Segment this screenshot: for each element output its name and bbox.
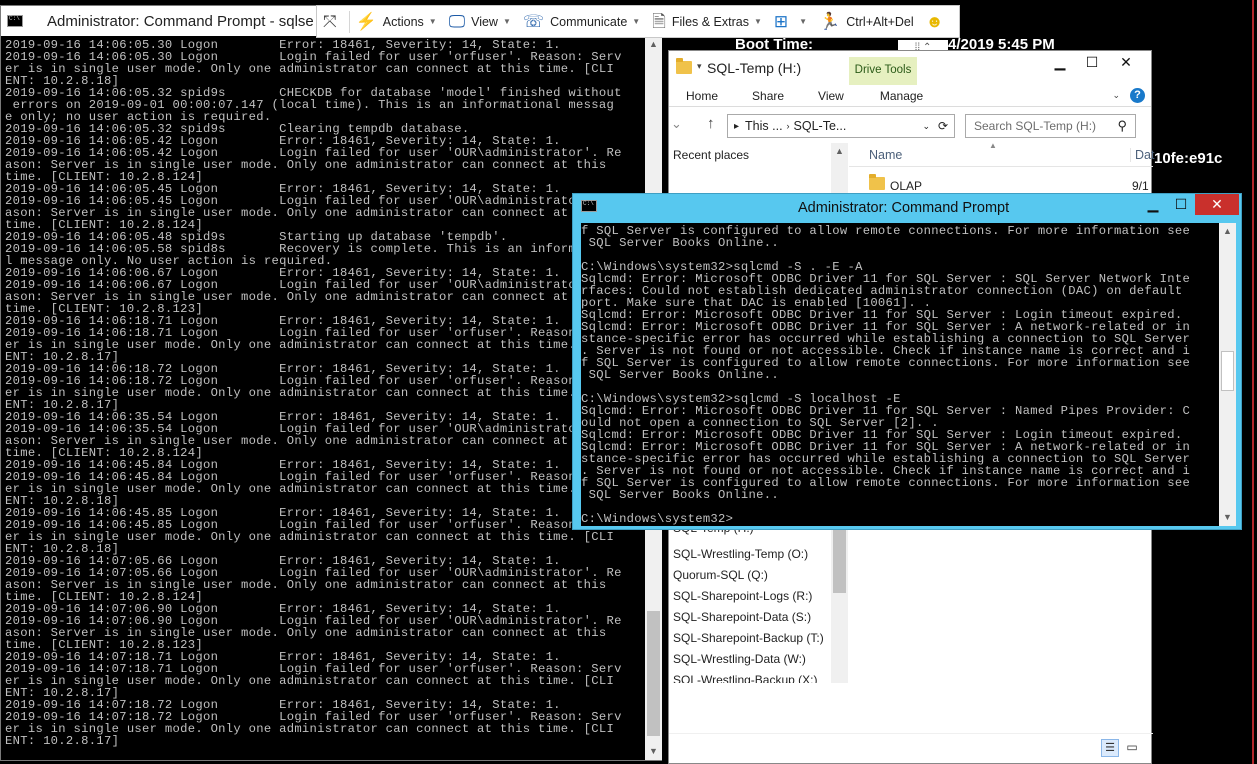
ctrl-alt-del-button[interactable]: 🏃 Ctrl+Alt+Del — [813, 5, 920, 38]
minimize-icon[interactable]: ▁ — [1139, 194, 1167, 215]
scroll-thumb[interactable] — [1221, 351, 1234, 391]
console-window-sqlcmd[interactable]: Administrator: Command Prompt ▁ ☐ ✕ f SQ… — [572, 193, 1242, 530]
file-name: OLAP — [890, 179, 923, 193]
ctrl-alt-del-runner-icon: 🏃 — [819, 12, 841, 31]
back-arrow-icon[interactable]: ⌄ — [671, 116, 682, 132]
refresh-icon[interactable]: ⟳ — [938, 119, 948, 133]
close-icon[interactable]: ✕ — [1109, 51, 1143, 73]
drive-tools-tab[interactable]: Drive Tools — [849, 57, 917, 85]
nav-item[interactable]: SQL-Wrestling-Backup (X:) — [673, 673, 818, 683]
chevron-down-icon: ▼ — [753, 17, 762, 26]
smiley-icon: ☻ — [925, 12, 944, 31]
console-title: Administrator: Command Prompt — [798, 200, 1010, 216]
scroll-down-arrow-icon[interactable]: ▼ — [1219, 509, 1236, 526]
console-line: SQL Server Books Online.. — [581, 368, 779, 382]
minimize-icon[interactable]: ▁ — [1043, 51, 1077, 73]
console-line: ENT: 10.2.8.17] — [5, 734, 120, 748]
remote-desktop: Boot Time: 4/2019 5:45 PM 10fe:e91c Admi… — [0, 0, 1257, 764]
ribbon-expand-icon[interactable]: ⌄ — [1112, 90, 1120, 101]
console-window-sqlservr[interactable]: Administrator: Command Prompt - sqlse 20… — [0, 5, 662, 761]
exit-fullscreen-button[interactable]: ⤧ — [317, 5, 349, 38]
column-header-date[interactable]: Dat — [1130, 148, 1154, 162]
ribbon-tab-manage[interactable]: Manage — [863, 85, 940, 107]
console-title-bar[interactable]: Administrator: Command Prompt ▁ ☐ ✕ — [573, 194, 1241, 222]
search-placeholder: Search SQL-Temp (H:) — [974, 119, 1097, 133]
communicate-menu[interactable]: ☏ Communicate ▼ — [517, 5, 646, 38]
console-icon — [581, 200, 597, 212]
remote-session-toolbar: ⤧ ⚡ Actions ▼ 🖵 View ▼ ☏ Communicate ▼ 🗎 Fi… — [316, 5, 960, 38]
chevron-down-icon: ▼ — [632, 17, 641, 26]
nav-item[interactable]: SQL-Sharepoint-Data (S:) — [673, 610, 811, 624]
actions-menu[interactable]: ⚡ Actions ▼ — [350, 5, 443, 38]
scroll-thumb[interactable] — [647, 611, 660, 736]
help-icon[interactable]: ? — [1130, 88, 1145, 103]
details-view-icon[interactable]: ☰ — [1101, 739, 1119, 757]
nav-item[interactable]: SQL-Sharepoint-Backup (T:) — [673, 631, 824, 645]
close-icon[interactable]: ✕ — [1195, 194, 1239, 215]
nav-item[interactable]: SQL-Wrestling-Temp (O:) — [673, 547, 808, 561]
view-monitor-icon: 🖵 — [448, 12, 466, 31]
chevron-down-icon: ▼ — [799, 17, 808, 26]
search-icon: ⚲ — [1117, 118, 1127, 133]
windows-logo-icon: ⊞ — [773, 12, 789, 31]
scroll-thumb[interactable] — [833, 523, 846, 593]
address-root-icon: ▸ — [734, 120, 740, 132]
console-scrollbar[interactable]: ▲ ▼ — [1219, 223, 1236, 526]
sort-ascending-icon: ▲ — [989, 141, 997, 150]
address-dropdown-icon[interactable]: ⌄ — [922, 121, 930, 132]
ribbon-tab-view[interactable]: View — [801, 85, 861, 107]
column-header-row: Name ▲ Dat — [849, 141, 1154, 167]
console-line: SQL Server Books Online.. — [581, 236, 779, 250]
ribbon-tabs: Home Share View Manage ⌄ ? — [669, 85, 1151, 107]
nav-recent-places[interactable]: Recent places — [673, 148, 749, 162]
folder-icon — [869, 174, 885, 193]
communicate-chat-icon: ☏ — [522, 12, 545, 31]
windows-menu[interactable]: ⊞ ▼ — [768, 5, 813, 38]
explorer-title: SQL-Temp (H:) — [707, 60, 802, 76]
console-icon — [7, 15, 23, 27]
ribbon-tab-share[interactable]: Share — [735, 85, 801, 107]
maximize-icon[interactable]: ☐ — [1167, 194, 1195, 215]
actions-lightning-icon: ⚡ — [355, 12, 377, 31]
screen-edge-line — [1252, 0, 1254, 764]
file-date: 9/1 — [1132, 179, 1149, 193]
chevron-down-icon: ▼ — [428, 17, 437, 26]
search-input[interactable]: Search SQL-Temp (H:) ⚲ — [965, 114, 1136, 138]
breadcrumb-this-pc[interactable]: This ... — [745, 119, 783, 133]
console-line: C:\Windows\system32> — [581, 512, 734, 526]
console-output: f SQL Server is configured to allow remo… — [581, 223, 1219, 526]
scroll-down-arrow-icon[interactable]: ▼ — [645, 743, 662, 760]
files-icon: 🗎 — [652, 12, 666, 31]
view-menu[interactable]: 🖵 View ▼ — [443, 5, 517, 38]
nav-item[interactable]: SQL-Sharepoint-Logs (R:) — [673, 589, 812, 603]
ribbon-tab-home[interactable]: Home — [669, 85, 735, 107]
folder-icon — [676, 58, 692, 79]
scroll-up-arrow-icon[interactable]: ▲ — [1219, 223, 1236, 240]
console-output: 2019-09-16 14:06:05.30 Logon Error: 1846… — [1, 36, 645, 760]
mac-address-fragment: 10fe:e91c — [1154, 150, 1223, 167]
console-line: SQL Server Books Online.. — [581, 488, 779, 502]
nav-item[interactable]: Quorum-SQL (Q:) — [673, 568, 768, 582]
explorer-title-bar[interactable]: ▾ SQL-Temp (H:) Drive Tools ▁ ☐ ✕ — [669, 51, 1151, 85]
chevron-down-icon: ▼ — [502, 17, 511, 26]
console-title: Administrator: Command Prompt - sqlse — [47, 12, 314, 30]
exit-fullscreen-icon: ⤧ — [323, 12, 337, 31]
breadcrumb-sql-temp[interactable]: SQL-Te... — [794, 119, 847, 133]
feedback-button[interactable]: ☻ — [920, 5, 956, 38]
scroll-up-arrow-icon[interactable]: ▲ — [831, 143, 848, 160]
maximize-icon[interactable]: ☐ — [1075, 51, 1109, 73]
large-icons-view-icon[interactable]: ▭ — [1123, 739, 1141, 757]
scroll-up-arrow-icon[interactable]: ▲ — [645, 36, 662, 53]
up-arrow-icon[interactable]: ↑ — [707, 115, 715, 132]
column-header-name[interactable]: Name — [869, 148, 902, 162]
nav-item[interactable]: SQL-Wrestling-Data (W:) — [673, 652, 806, 666]
status-bar: ☰ ▭ — [669, 733, 1153, 763]
quick-access-dropdown-icon[interactable]: ▾ — [697, 61, 702, 72]
address-bar-row: ⌄ ↑ ▸ This ... › SQL-Te... ⌄ ⟳ Search SQ… — [669, 107, 1151, 143]
address-bar[interactable]: ▸ This ... › SQL-Te... ⌄ ⟳ — [727, 114, 955, 138]
files-extras-menu[interactable]: 🗎 Files & Extras ▼ — [646, 5, 768, 38]
